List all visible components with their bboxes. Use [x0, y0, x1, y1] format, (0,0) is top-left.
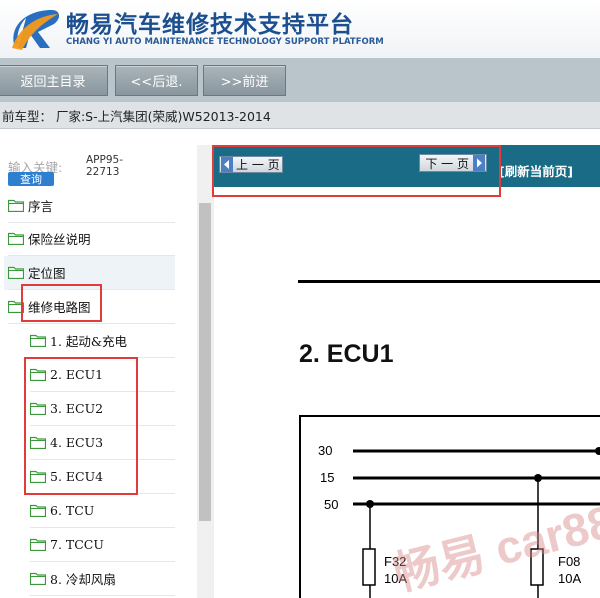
tree-item[interactable]: 8. 冷却风扇 — [30, 565, 116, 591]
tree-item-label: 8. 冷却风扇 — [50, 571, 116, 587]
rail-label-15: 15 — [320, 470, 334, 485]
highlight-pager — [212, 145, 501, 197]
document-heading: 2. ECU1 — [299, 340, 394, 368]
fuse-f32 — [362, 548, 376, 586]
wiring-diagram: 30 15 50 F32 10A F08 10A 畅易 car88 — [299, 415, 600, 598]
tree-item-label: 6. TCU — [50, 502, 95, 518]
document-divider — [298, 280, 600, 283]
tree-separator — [8, 222, 175, 223]
tree-separator — [8, 323, 175, 324]
tree-item[interactable]: 定位图 — [8, 259, 66, 285]
back-button[interactable]: <<后退. — [115, 65, 198, 96]
refresh-page-link[interactable]: [刷新当前页] — [499, 161, 573, 180]
tree-separator — [30, 595, 175, 596]
rail-label-30: 30 — [318, 443, 332, 458]
tree-separator — [30, 561, 175, 562]
tree-item-label: 定位图 — [28, 265, 66, 281]
home-button[interactable]: 返回主目录 — [0, 65, 108, 96]
app-code: APP95-22713 — [86, 154, 123, 178]
search-button[interactable]: 查询 — [8, 172, 54, 186]
app-title: 畅易汽车维修技术支持平台 — [66, 12, 354, 38]
fuse-f08-rating: 10A — [558, 571, 581, 586]
folder-icon — [30, 572, 46, 585]
tree-item-label: 1. 起动&充电 — [50, 333, 128, 349]
junction-dot — [595, 447, 600, 455]
rail-label-50: 50 — [324, 497, 338, 512]
folder-icon — [30, 334, 46, 347]
vehicle-model-text: 前车型： 厂家:S-上汽集团(荣威)W52013-2014 — [2, 109, 271, 124]
tree-item-label: 序言 — [28, 198, 54, 214]
app-subtitle: CHANG YI AUTO MAINTENANCE TECHNOLOGY SUP… — [66, 37, 384, 47]
folder-icon — [8, 266, 24, 279]
tree-item-label: 7. TCCU — [50, 536, 104, 552]
tree-separator — [30, 527, 175, 528]
tree-item[interactable]: 保险丝说明 — [8, 225, 91, 251]
highlight-repair-diagram — [21, 284, 102, 322]
folder-icon — [30, 538, 46, 551]
folder-icon — [30, 504, 46, 517]
tree-scrollbar-thumb[interactable] — [199, 203, 211, 521]
tree-item[interactable]: 6. TCU — [30, 497, 94, 523]
tree-item[interactable]: 7. TCCU — [30, 531, 104, 557]
tree-item-label: 保险丝说明 — [28, 231, 91, 247]
forward-button[interactable]: >>前进 — [203, 65, 286, 96]
tree-item[interactable]: 1. 起动&充电 — [30, 327, 127, 353]
folder-icon — [8, 232, 24, 245]
tree-item[interactable]: 序言 — [8, 192, 53, 218]
highlight-ecu-items — [24, 357, 138, 495]
folder-icon — [8, 199, 24, 212]
stylized-r-logo-icon — [12, 10, 60, 50]
